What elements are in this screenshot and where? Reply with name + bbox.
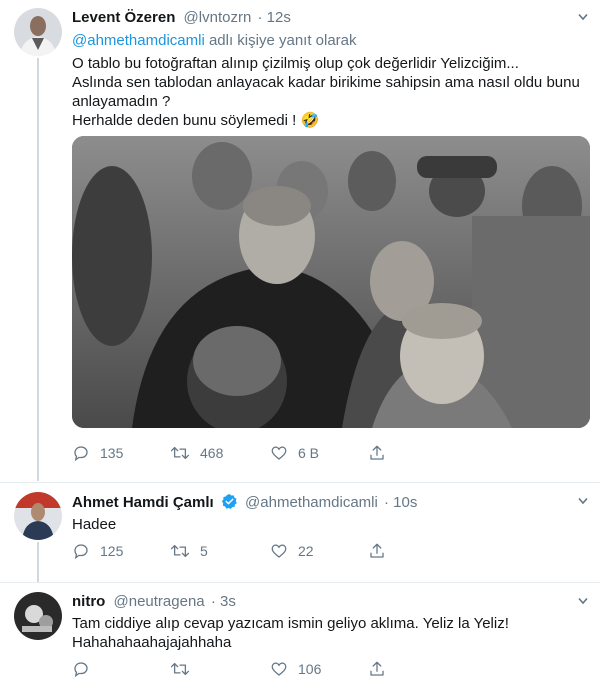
share-button[interactable] bbox=[368, 542, 396, 560]
retweet-count: 5 bbox=[200, 543, 208, 559]
tweet-text-line: Hadee bbox=[72, 516, 117, 533]
heart-icon bbox=[271, 662, 287, 676]
share-icon bbox=[370, 543, 384, 558]
chevron-down-icon[interactable] bbox=[578, 497, 588, 507]
tweet-text: O tablo bu fotoğraftan alınıp çizilmiş o… bbox=[72, 54, 592, 130]
heart-icon bbox=[271, 544, 287, 558]
retweet-button[interactable]: 5 bbox=[170, 542, 208, 560]
like-button[interactable]: 22 bbox=[270, 542, 314, 560]
like-count: 22 bbox=[298, 543, 314, 559]
chevron-down-icon[interactable] bbox=[578, 597, 588, 607]
retweet-button[interactable] bbox=[170, 660, 200, 678]
tweet-header: Levent Özeren @lvntozrn · 12s bbox=[72, 9, 291, 26]
reply-context: @ahmethamdicamli adlı kişiye yanıt olara… bbox=[72, 31, 357, 50]
like-count: 6 B bbox=[298, 445, 320, 461]
tweet-text-line: Tam ciddiye alıp cevap yazıcam ismin gel… bbox=[72, 615, 509, 632]
tweet[interactable]: Ahmet Hamdi Çamlı @ahmethamdicamli · 10s… bbox=[0, 482, 600, 584]
like-button[interactable]: 106 bbox=[270, 660, 321, 678]
retweet-icon bbox=[170, 662, 190, 676]
share-button[interactable] bbox=[368, 444, 396, 462]
tweet-text: Hadee bbox=[72, 515, 116, 534]
reply-button[interactable] bbox=[72, 660, 100, 678]
user-handle[interactable]: @neutragena bbox=[114, 593, 205, 610]
tweet-header: Ahmet Hamdi Çamlı @ahmethamdicamli · 10s bbox=[72, 493, 417, 514]
display-name[interactable]: nitro bbox=[72, 593, 105, 610]
reply-button[interactable]: 135 bbox=[72, 444, 123, 462]
tweet-text-line: Hahahahaahajajahhaha bbox=[72, 634, 232, 651]
tweet-photo[interactable] bbox=[72, 136, 590, 428]
verified-badge-icon bbox=[221, 493, 238, 514]
tweet-text: Tam ciddiye alıp cevap yazıcam ismin gel… bbox=[72, 614, 592, 652]
user-handle[interactable]: @lvntozrn bbox=[184, 9, 252, 26]
reply-icon bbox=[74, 662, 88, 678]
display-name[interactable]: Ahmet Hamdi Çamlı bbox=[72, 494, 214, 511]
display-name[interactable]: Levent Özeren bbox=[72, 9, 175, 26]
timestamp[interactable]: · 10s bbox=[384, 494, 417, 511]
retweet-icon bbox=[170, 446, 190, 460]
heart-icon bbox=[271, 446, 287, 460]
avatar[interactable] bbox=[14, 492, 62, 540]
tweet-actions: 135 468 6 B bbox=[72, 444, 412, 464]
tweet[interactable]: nitro @neutragena · 3s Tam ciddiye alıp … bbox=[0, 582, 600, 687]
reply-icon bbox=[74, 544, 88, 560]
chevron-down-icon[interactable] bbox=[578, 13, 588, 23]
tweet-text-line: Herhalde deden bunu söylemedi ! 🤣 bbox=[72, 112, 320, 129]
tweet[interactable]: Levent Özeren @lvntozrn · 12s @ahmethamd… bbox=[0, 0, 600, 482]
user-handle[interactable]: @ahmethamdicamli bbox=[245, 494, 378, 511]
share-icon bbox=[370, 445, 384, 460]
like-count: 106 bbox=[298, 661, 322, 677]
timestamp[interactable]: · 12s bbox=[257, 9, 290, 26]
retweet-count: 468 bbox=[200, 445, 224, 461]
tweet-text-line: Aslında sen tablodan anlayacak kadar bir… bbox=[72, 74, 580, 91]
timestamp[interactable]: · 3s bbox=[211, 593, 236, 610]
share-button[interactable] bbox=[368, 660, 396, 678]
reply-icon bbox=[74, 446, 88, 462]
tweet-actions: 125 5 22 bbox=[72, 542, 412, 562]
tweet-text-line: O tablo bu fotoğraftan alınıp çizilmiş o… bbox=[72, 55, 519, 72]
reply-count: 125 bbox=[100, 543, 124, 559]
avatar[interactable] bbox=[14, 592, 62, 640]
mention-link[interactable]: @ahmethamdicamli bbox=[72, 32, 205, 49]
tweet-actions: 106 bbox=[72, 660, 412, 680]
avatar[interactable] bbox=[14, 8, 62, 56]
retweet-button[interactable]: 468 bbox=[170, 444, 223, 462]
like-button[interactable]: 6 B bbox=[270, 444, 319, 462]
reply-count: 135 bbox=[100, 445, 124, 461]
share-icon bbox=[370, 661, 384, 676]
tweet-header: nitro @neutragena · 3s bbox=[72, 593, 236, 610]
retweet-icon bbox=[170, 544, 190, 558]
reply-button[interactable]: 125 bbox=[72, 542, 123, 560]
reply-context-label: adlı kişiye yanıt olarak bbox=[204, 32, 357, 49]
tweet-text-line: anlayamadın ? bbox=[72, 93, 171, 110]
